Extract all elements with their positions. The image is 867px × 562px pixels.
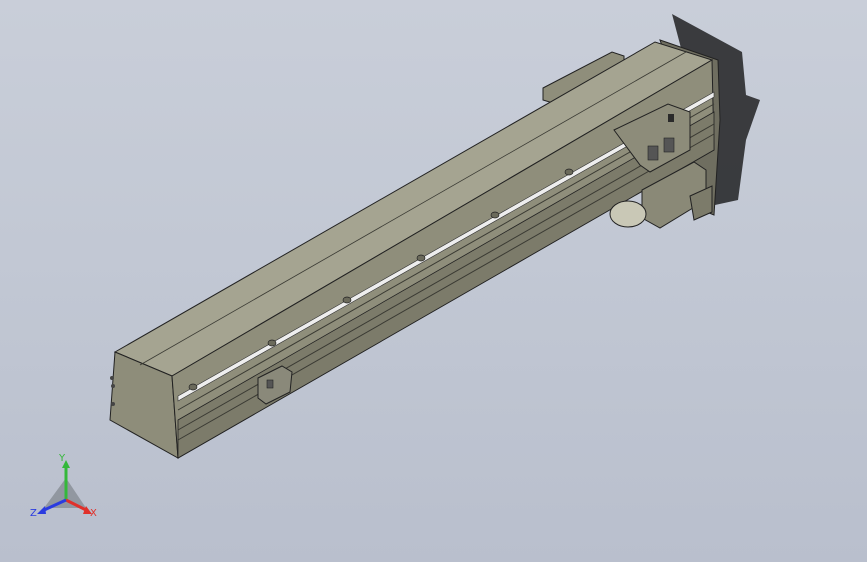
z-axis-arrow [37, 506, 46, 514]
linear-actuator-model[interactable] [0, 0, 867, 562]
graphics-viewport[interactable]: Y X Z [0, 0, 867, 562]
motor-coupling [609, 200, 647, 228]
y-axis-label: Y [58, 453, 66, 464]
x-axis-label: X [90, 508, 97, 519]
z-axis-label: Z [30, 508, 37, 519]
view-orientation-triad[interactable]: Y X Z [28, 448, 108, 526]
